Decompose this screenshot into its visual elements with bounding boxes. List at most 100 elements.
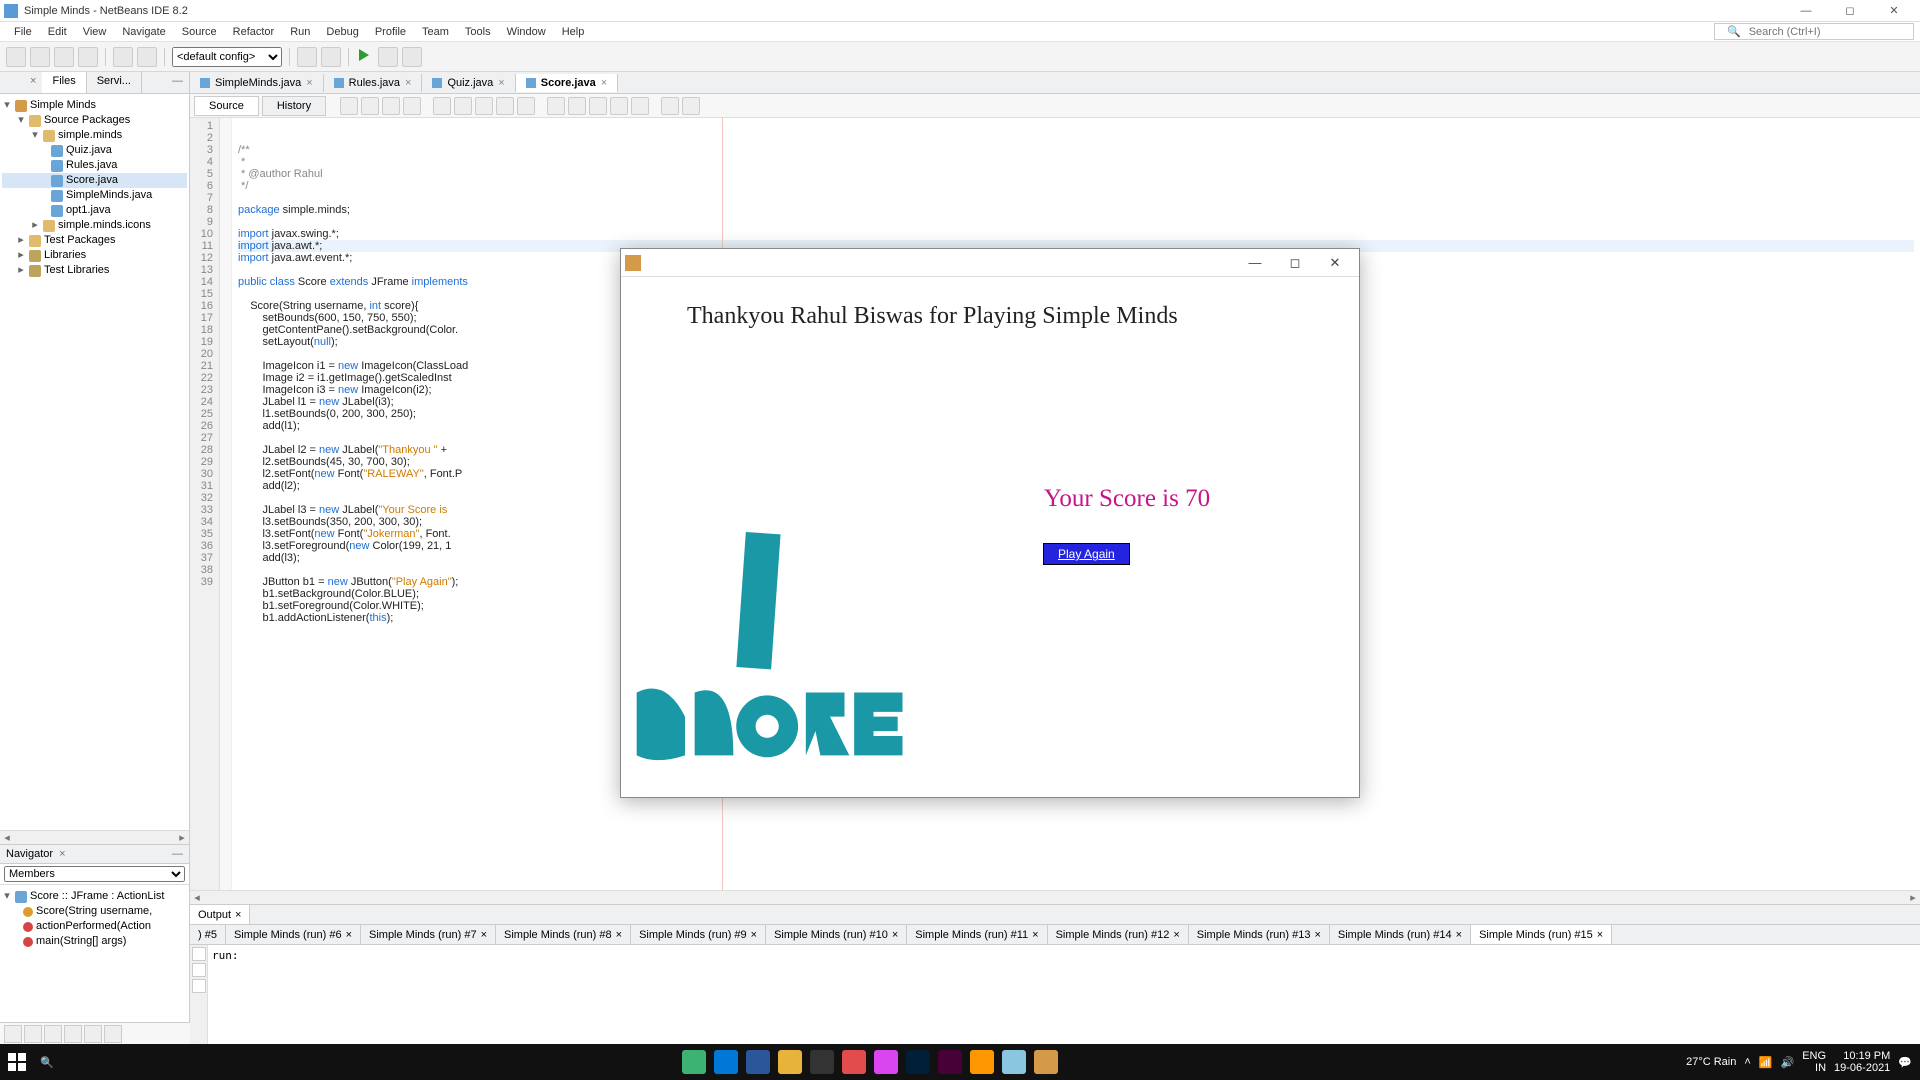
close-icon[interactable]: × bbox=[601, 77, 607, 89]
nav-member[interactable]: main(String[] args) bbox=[36, 934, 126, 949]
output-tab[interactable]: Simple Minds (run) #11× bbox=[907, 925, 1047, 944]
editor-tool-button[interactable] bbox=[589, 97, 607, 115]
tree-package[interactable]: simple.minds bbox=[58, 128, 122, 143]
output-tab[interactable]: Simple Minds (run) #8× bbox=[496, 925, 631, 944]
output-tab-active[interactable]: Simple Minds (run) #15× bbox=[1471, 925, 1612, 944]
editor-scrollbar[interactable]: ◂▸ bbox=[190, 890, 1920, 904]
tree-package[interactable]: simple.minds.icons bbox=[58, 218, 151, 233]
close-icon[interactable]: × bbox=[306, 77, 312, 89]
tree-project[interactable]: Simple Minds bbox=[30, 98, 96, 113]
taskbar-app-icon[interactable] bbox=[682, 1050, 706, 1074]
output-tab[interactable]: Simple Minds (run) #7× bbox=[361, 925, 496, 944]
filter-button[interactable] bbox=[64, 1025, 82, 1043]
build-button[interactable] bbox=[297, 47, 317, 67]
close-icon[interactable]: × bbox=[481, 929, 487, 941]
close-icon[interactable]: × bbox=[405, 77, 411, 89]
close-icon[interactable]: × bbox=[1032, 929, 1038, 941]
output-tab[interactable]: Simple Minds (run) #12× bbox=[1048, 925, 1189, 944]
window-minimize-button[interactable]: — bbox=[1784, 1, 1828, 21]
editor-tool-button[interactable] bbox=[661, 97, 679, 115]
undo-button[interactable] bbox=[113, 47, 133, 67]
profile-button[interactable] bbox=[402, 47, 422, 67]
editor-tool-button[interactable] bbox=[547, 97, 565, 115]
editor-tool-button[interactable] bbox=[610, 97, 628, 115]
menu-refactor[interactable]: Refactor bbox=[225, 26, 283, 38]
taskbar-app-icon[interactable] bbox=[778, 1050, 802, 1074]
output-settings-button[interactable] bbox=[192, 979, 206, 993]
close-icon[interactable]: × bbox=[498, 77, 504, 89]
dialog-minimize-button[interactable]: — bbox=[1235, 255, 1275, 270]
dialog-close-button[interactable]: ✕ bbox=[1315, 255, 1355, 271]
close-icon[interactable]: × bbox=[235, 909, 241, 921]
taskbar-app-icon[interactable] bbox=[810, 1050, 834, 1074]
weather-widget[interactable]: 27°C Rain bbox=[1686, 1056, 1736, 1068]
taskbar-app-icon[interactable] bbox=[938, 1050, 962, 1074]
tree-file[interactable]: Quiz.java bbox=[66, 143, 112, 158]
menu-source[interactable]: Source bbox=[174, 26, 225, 38]
new-file-button[interactable] bbox=[6, 47, 26, 67]
tree-file[interactable]: SimpleMinds.java bbox=[66, 188, 152, 203]
tree-source-packages[interactable]: Source Packages bbox=[44, 113, 130, 128]
taskbar-app-icon[interactable] bbox=[1002, 1050, 1026, 1074]
tab-services[interactable]: Servi... bbox=[87, 72, 142, 93]
editor-tool-button[interactable] bbox=[403, 97, 421, 115]
notification-icon[interactable]: 💬 bbox=[1898, 1056, 1912, 1069]
dialog-maximize-button[interactable]: ◻ bbox=[1275, 255, 1315, 271]
editor-tool-button[interactable] bbox=[340, 97, 358, 115]
menu-help[interactable]: Help bbox=[554, 26, 593, 38]
debug-button[interactable] bbox=[378, 47, 398, 67]
close-icon[interactable]: × bbox=[1173, 929, 1179, 941]
output-tab[interactable]: Simple Minds (run) #6× bbox=[226, 925, 361, 944]
tree-file[interactable]: opt1.java bbox=[66, 203, 111, 218]
close-icon[interactable]: × bbox=[1456, 929, 1462, 941]
filter-button[interactable] bbox=[84, 1025, 102, 1043]
subtab-source[interactable]: Source bbox=[194, 96, 259, 116]
filter-button[interactable] bbox=[104, 1025, 122, 1043]
navigator-min-icon[interactable]: — bbox=[172, 848, 183, 860]
new-project-button[interactable] bbox=[30, 47, 50, 67]
project-tree[interactable]: ▾Simple Minds ▾Source Packages ▾simple.m… bbox=[0, 94, 189, 830]
output-stop-button[interactable] bbox=[192, 963, 206, 977]
menu-navigate[interactable]: Navigate bbox=[114, 26, 173, 38]
close-icon[interactable]: × bbox=[1597, 929, 1603, 941]
menu-edit[interactable]: Edit bbox=[40, 26, 75, 38]
start-button[interactable] bbox=[8, 1053, 26, 1071]
editor-tool-button[interactable] bbox=[568, 97, 586, 115]
filter-button[interactable] bbox=[24, 1025, 42, 1043]
taskbar-app-icon[interactable] bbox=[970, 1050, 994, 1074]
taskbar-app-icon[interactable] bbox=[714, 1050, 738, 1074]
subtab-history[interactable]: History bbox=[262, 96, 326, 116]
menu-profile[interactable]: Profile bbox=[367, 26, 414, 38]
editor-tab[interactable]: SimpleMinds.java× bbox=[190, 74, 324, 92]
editor-tab[interactable]: Rules.java× bbox=[324, 74, 423, 92]
editor-tab[interactable]: Quiz.java× bbox=[422, 74, 515, 92]
editor-tool-button[interactable] bbox=[382, 97, 400, 115]
tray-lang[interactable]: ENGIN bbox=[1802, 1050, 1826, 1074]
close-icon[interactable]: × bbox=[616, 929, 622, 941]
output-rerun-button[interactable] bbox=[192, 947, 206, 961]
editor-tool-button[interactable] bbox=[454, 97, 472, 115]
output-tab[interactable]: Simple Minds (run) #10× bbox=[766, 925, 907, 944]
menu-run[interactable]: Run bbox=[282, 26, 318, 38]
output-tab[interactable]: Simple Minds (run) #13× bbox=[1189, 925, 1330, 944]
tab-files[interactable]: Files bbox=[42, 72, 86, 93]
nav-class[interactable]: Score :: JFrame : ActionList bbox=[30, 889, 165, 904]
window-close-button[interactable]: ✕ bbox=[1872, 1, 1916, 21]
editor-tool-button[interactable] bbox=[631, 97, 649, 115]
output-tab[interactable]: ) #5 bbox=[190, 925, 226, 944]
filter-button[interactable] bbox=[44, 1025, 62, 1043]
tree-file-selected[interactable]: Score.java bbox=[66, 173, 118, 188]
taskbar-app-icon[interactable] bbox=[842, 1050, 866, 1074]
pane-min-icon[interactable]: — bbox=[166, 72, 189, 93]
fold-gutter[interactable] bbox=[220, 118, 232, 890]
search-icon[interactable]: 🔍 bbox=[40, 1056, 54, 1069]
open-project-button[interactable] bbox=[54, 47, 74, 67]
window-maximize-button[interactable]: ◻ bbox=[1828, 1, 1872, 21]
close-icon[interactable]: × bbox=[1314, 929, 1320, 941]
tree-libraries[interactable]: Libraries bbox=[44, 248, 86, 263]
taskbar-app-icon[interactable] bbox=[1034, 1050, 1058, 1074]
nav-member[interactable]: actionPerformed(Action bbox=[36, 919, 151, 934]
menu-file[interactable]: File bbox=[6, 26, 40, 38]
chevron-up-icon[interactable]: ˄ bbox=[1744, 1056, 1750, 1068]
tray-clock[interactable]: 10:19 PM19-06-2021 bbox=[1834, 1050, 1890, 1074]
